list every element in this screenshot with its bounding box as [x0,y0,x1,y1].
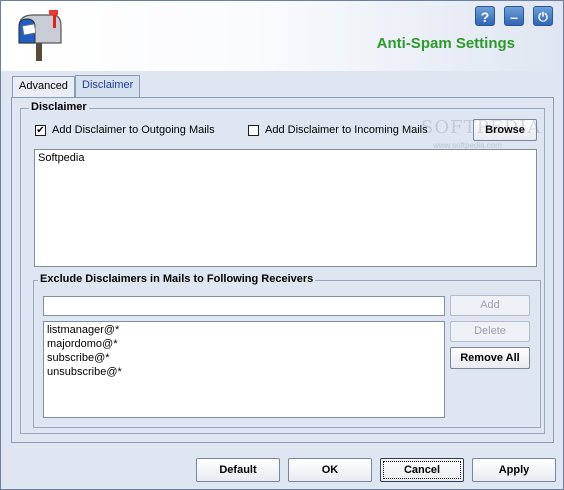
list-item[interactable]: listmanager@* [47,323,441,337]
power-icon[interactable]: ⏻ [533,6,553,26]
help-icon[interactable]: ? [475,6,495,26]
delete-button[interactable]: Delete [450,321,530,342]
disclaimer-group-label: Disclaimer [29,101,89,113]
disclaimer-textarea[interactable]: Softpedia [34,149,537,267]
receiver-input[interactable] [43,296,445,316]
ok-button[interactable]: OK [288,458,372,482]
add-button[interactable]: Add [450,295,530,316]
list-item[interactable]: unsubscribe@* [47,365,441,379]
settings-window: Anti-Spam Settings ? – ⏻ Advanced Discla… [0,0,564,490]
outgoing-label[interactable]: Add Disclaimer to Outgoing Mails [52,124,215,136]
outgoing-checkbox[interactable]: ✔ [35,125,46,136]
exclude-group-label: Exclude Disclaimers in Mails to Followin… [38,273,316,285]
page-title: Anti-Spam Settings [376,35,515,52]
exclude-group: Exclude Disclaimers in Mails to Followin… [33,273,541,428]
softpedia-watermark: SOFTPEDIA [421,117,542,138]
cancel-button[interactable]: Cancel [380,458,464,482]
incoming-checkbox[interactable] [248,125,259,136]
header-bar: Anti-Spam Settings ? – ⏻ [1,1,563,71]
mailbox-logo-icon [18,10,62,61]
list-item[interactable]: subscribe@* [47,351,441,365]
default-button[interactable]: Default [196,458,280,482]
tab-disclaimer[interactable]: Disclaimer [75,75,141,98]
minimize-icon[interactable]: – [504,6,524,26]
tab-advanced[interactable]: Advanced [12,76,75,97]
softpedia-watermark-url: www.softpedia.com [433,141,502,150]
apply-button[interactable]: Apply [472,458,556,482]
disclaimer-group: Disclaimer ✔ Add Disclaimer to Outgoing … [20,101,545,434]
incoming-label[interactable]: Add Disclaimer to Incoming Mails [265,124,428,136]
remove-all-button[interactable]: Remove All [450,347,530,369]
list-item[interactable]: majordomo@* [47,337,441,351]
receiver-list[interactable]: listmanager@* majordomo@* subscribe@* un… [43,321,445,418]
